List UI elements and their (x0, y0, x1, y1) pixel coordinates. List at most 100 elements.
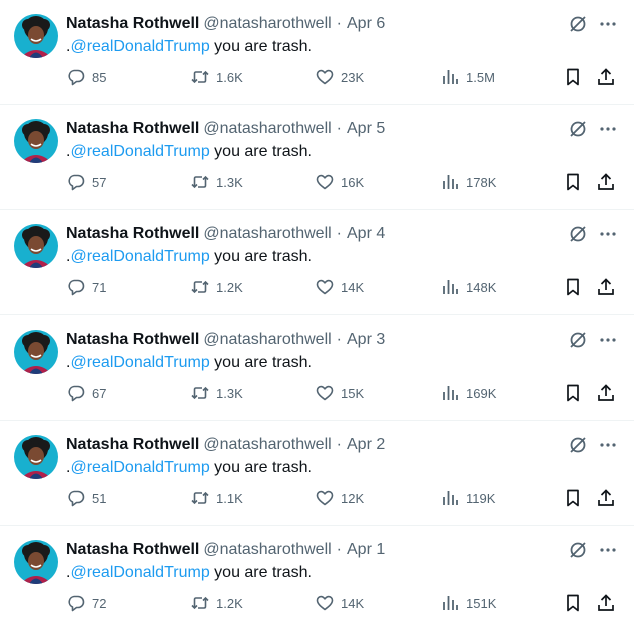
bookmark-button[interactable] (563, 592, 583, 614)
more-icon[interactable] (598, 330, 618, 350)
tweet-header: Natasha Rothwell @natasharothwell · Apr 4 (66, 224, 385, 244)
share-button[interactable] (596, 382, 616, 404)
bookmark-button[interactable] (563, 66, 583, 88)
share-button[interactable] (596, 66, 616, 88)
tweet-date[interactable]: Apr 6 (347, 15, 385, 32)
views-count: 151K (466, 595, 497, 611)
avatar[interactable] (14, 330, 58, 374)
bookmark-button[interactable] (563, 171, 583, 193)
reply-button[interactable]: 67 (66, 382, 106, 404)
like-button[interactable]: 23K (315, 66, 364, 88)
like-button[interactable]: 14K (315, 592, 364, 614)
tweet-date[interactable]: Apr 2 (347, 436, 385, 453)
bookmark-button[interactable] (563, 276, 583, 298)
avatar[interactable] (14, 119, 58, 163)
reply-icon (66, 383, 86, 403)
tweet[interactable]: Natasha Rothwell @natasharothwell · Apr 2 .… (0, 421, 634, 526)
tweet-top-icons (558, 540, 618, 560)
tweet-date[interactable]: Apr 5 (347, 120, 385, 137)
author-name[interactable]: Natasha Rothwell (66, 225, 199, 242)
mention-link[interactable]: @realDonaldTrump (70, 248, 209, 265)
mention-link[interactable]: @realDonaldTrump (70, 143, 209, 160)
repost-button[interactable]: 1.2K (190, 592, 243, 614)
more-icon[interactable] (598, 119, 618, 139)
views-button[interactable]: 148K (440, 276, 496, 298)
more-icon[interactable] (598, 224, 618, 244)
share-button[interactable] (596, 487, 616, 509)
author-name[interactable]: Natasha Rothwell (66, 120, 199, 137)
repost-button[interactable]: 1.2K (190, 276, 243, 298)
tweet[interactable]: Natasha Rothwell @natasharothwell · Apr 6 .… (0, 0, 634, 105)
grok-icon[interactable] (568, 224, 588, 244)
bookmark-button[interactable] (563, 487, 583, 509)
tweet-text: .@realDonaldTrump you are trash. (66, 353, 312, 373)
bookmark-icon (563, 593, 583, 613)
avatar[interactable] (14, 224, 58, 268)
grok-icon[interactable] (568, 435, 588, 455)
reply-button[interactable]: 57 (66, 171, 106, 193)
tweet-date[interactable]: Apr 1 (347, 541, 385, 558)
author-handle[interactable]: @natasharothwell (203, 541, 331, 558)
grok-icon[interactable] (568, 540, 588, 560)
repost-count: 1.2K (216, 595, 243, 611)
author-handle[interactable]: @natasharothwell (203, 120, 331, 137)
reply-button[interactable]: 51 (66, 487, 106, 509)
reply-button[interactable]: 72 (66, 592, 106, 614)
more-icon[interactable] (598, 14, 618, 34)
tweet-actions: 71 1.2K 14K 148K (0, 276, 634, 298)
like-button[interactable]: 14K (315, 276, 364, 298)
views-icon (440, 383, 460, 403)
reply-button[interactable]: 85 (66, 66, 106, 88)
tweet[interactable]: Natasha Rothwell @natasharothwell · Apr 4 .… (0, 210, 634, 315)
author-name[interactable]: Natasha Rothwell (66, 331, 199, 348)
like-icon (315, 488, 335, 508)
views-icon (440, 593, 460, 613)
views-button[interactable]: 151K (440, 592, 496, 614)
share-button[interactable] (596, 276, 616, 298)
tweet-date[interactable]: Apr 3 (347, 331, 385, 348)
tweet-date[interactable]: Apr 4 (347, 225, 385, 242)
views-button[interactable]: 169K (440, 382, 496, 404)
mention-link[interactable]: @realDonaldTrump (70, 38, 209, 55)
repost-button[interactable]: 1.6K (190, 66, 243, 88)
share-icon (596, 488, 616, 508)
mention-link[interactable]: @realDonaldTrump (70, 564, 209, 581)
views-button[interactable]: 178K (440, 171, 496, 193)
mention-link[interactable]: @realDonaldTrump (70, 354, 209, 371)
views-button[interactable]: 119K (440, 487, 495, 509)
tweet[interactable]: Natasha Rothwell @natasharothwell · Apr 3 .… (0, 316, 634, 421)
share-button[interactable] (596, 171, 616, 193)
tweet[interactable]: Natasha Rothwell @natasharothwell · Apr 1 .… (0, 526, 634, 621)
views-button[interactable]: 1.5M (440, 66, 495, 88)
repost-count: 1.2K (216, 279, 243, 295)
author-name[interactable]: Natasha Rothwell (66, 15, 199, 32)
author-handle[interactable]: @natasharothwell (203, 225, 331, 242)
grok-icon[interactable] (568, 330, 588, 350)
avatar[interactable] (14, 540, 58, 584)
author-handle[interactable]: @natasharothwell (203, 436, 331, 453)
repost-button[interactable]: 1.1K (190, 487, 243, 509)
avatar[interactable] (14, 14, 58, 58)
reply-count: 51 (92, 490, 107, 506)
grok-icon[interactable] (568, 14, 588, 34)
bookmark-button[interactable] (563, 382, 583, 404)
more-icon[interactable] (598, 540, 618, 560)
grok-icon[interactable] (568, 119, 588, 139)
author-name[interactable]: Natasha Rothwell (66, 541, 199, 558)
repost-button[interactable]: 1.3K (190, 171, 243, 193)
author-handle[interactable]: @natasharothwell (203, 331, 331, 348)
author-handle[interactable]: @natasharothwell (203, 15, 331, 32)
avatar[interactable] (14, 435, 58, 479)
tweet[interactable]: Natasha Rothwell @natasharothwell · Apr 5 .… (0, 105, 634, 210)
mention-link[interactable]: @realDonaldTrump (70, 459, 209, 476)
bookmark-icon (563, 67, 583, 87)
like-button[interactable]: 15K (315, 382, 364, 404)
repost-button[interactable]: 1.3K (190, 382, 243, 404)
more-icon[interactable] (598, 435, 618, 455)
reply-button[interactable]: 71 (66, 276, 106, 298)
author-name[interactable]: Natasha Rothwell (66, 436, 199, 453)
tweet-text: .@realDonaldTrump you are trash. (66, 37, 312, 57)
share-button[interactable] (596, 592, 616, 614)
like-button[interactable]: 12K (315, 487, 364, 509)
like-button[interactable]: 16K (315, 171, 364, 193)
